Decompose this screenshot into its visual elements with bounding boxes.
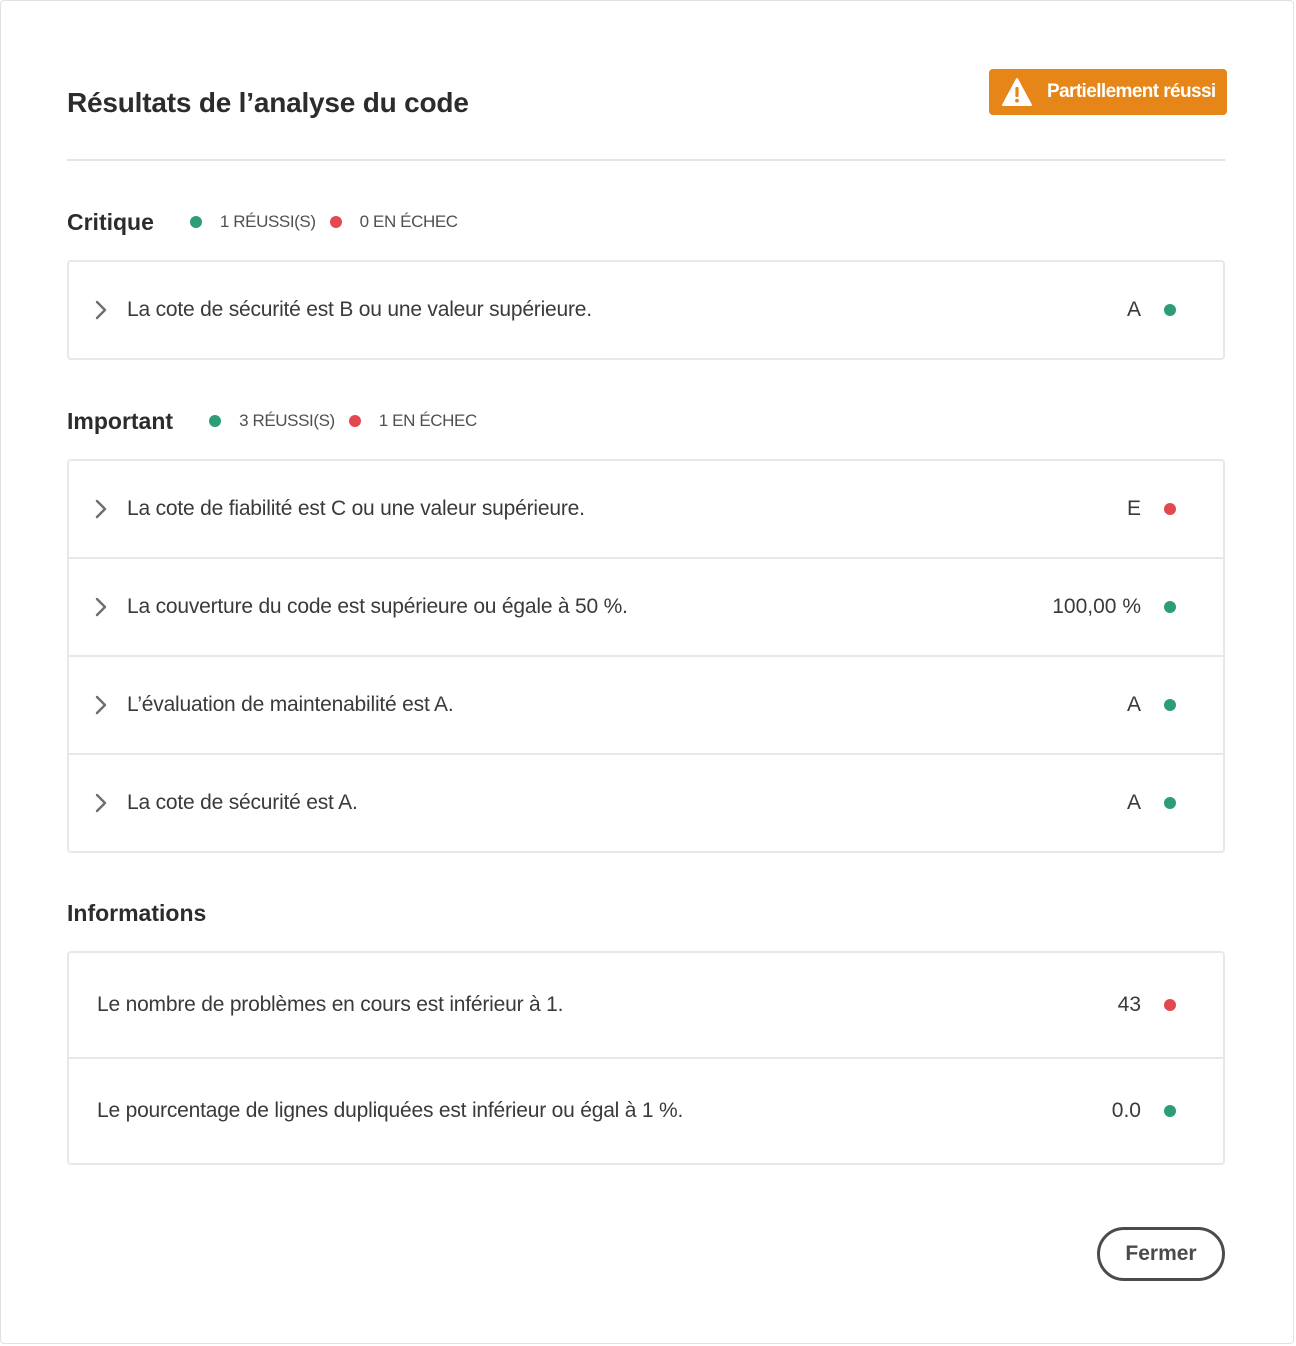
fail-dot-icon [348, 415, 361, 427]
failed-count: 1 EN ÉCHEC [348, 411, 477, 431]
failed-count-label: 1 EN ÉCHEC [378, 411, 477, 430]
info-value: 0.0 [1111, 1099, 1141, 1122]
passed-count-label: 1 RÉUSSI(S) [219, 212, 316, 231]
check-row[interactable]: La couverture du code est supérieure ou … [69, 559, 1223, 657]
chevron-right-icon[interactable] [91, 792, 111, 814]
dialog-header: Résultats de l’analyse du code Partielle… [67, 65, 1227, 161]
pass-dot-icon [1164, 797, 1176, 809]
passed-count-label: 3 RÉUSSI(S) [239, 411, 335, 430]
info-row: Le nombre de problèmes en cours est infé… [69, 953, 1223, 1059]
check-value: E [1126, 497, 1141, 520]
pass-dot-icon [1164, 601, 1176, 613]
chevron-right-icon[interactable] [91, 498, 111, 520]
status-badge-label: Partiellement réussi [1047, 81, 1216, 102]
passed-count: 3 RÉUSSI(S) [209, 411, 335, 431]
fail-dot-icon [329, 216, 342, 228]
check-label: La couverture du code est supérieure ou … [127, 595, 628, 618]
section-header-critical: Critique 1 RÉUSSI(S) 0 EN ÉCHEC [67, 204, 458, 240]
fail-dot-icon [1164, 999, 1176, 1011]
info-label: Le pourcentage de lignes dupliquées est … [97, 1099, 684, 1122]
failed-count: 0 EN ÉCHEC [329, 212, 458, 232]
check-label: La cote de sécurité est A. [127, 791, 358, 814]
section-title-important: Important [67, 407, 174, 434]
info-value: 43 [1117, 993, 1141, 1016]
check-row[interactable]: La cote de sécurité est A. A [69, 755, 1223, 851]
chevron-right-icon[interactable] [91, 694, 111, 716]
important-checks-list: La cote de fiabilité est C ou une valeur… [67, 459, 1225, 853]
chevron-right-icon[interactable] [91, 596, 111, 618]
check-row[interactable]: La cote de sécurité est B ou une valeur … [69, 262, 1223, 358]
check-label: La cote de sécurité est B ou une valeur … [127, 298, 592, 321]
info-checks-list: Le nombre de problèmes en cours est infé… [67, 951, 1225, 1165]
check-row[interactable]: L’évaluation de maintenabilité est A. A [69, 657, 1223, 755]
section-header-important: Important 3 RÉUSSI(S) 1 EN ÉCHEC [67, 403, 477, 439]
failed-count-label: 0 EN ÉCHEC [359, 212, 458, 231]
status-badge: Partiellement réussi [989, 69, 1227, 115]
dialog-title: Résultats de l’analyse du code [67, 87, 469, 118]
pass-dot-icon [209, 415, 222, 427]
info-row: Le pourcentage de lignes dupliquées est … [69, 1059, 1223, 1163]
check-row[interactable]: La cote de fiabilité est C ou une valeur… [69, 461, 1223, 559]
section-title-info: Informations [67, 899, 207, 926]
passed-count: 1 RÉUSSI(S) [189, 212, 316, 232]
check-value: A [1126, 791, 1141, 814]
section-title-critical: Critique [67, 208, 154, 235]
check-value: A [1126, 298, 1141, 321]
pass-dot-icon [1164, 1105, 1176, 1117]
warning-icon [1001, 77, 1033, 107]
check-label: La cote de fiabilité est C ou une valeur… [127, 497, 585, 520]
pass-dot-icon [189, 216, 202, 228]
pass-dot-icon [1164, 304, 1176, 316]
code-scan-results-dialog: Résultats de l’analyse du code Partielle… [0, 0, 1294, 1344]
chevron-right-icon[interactable] [91, 299, 111, 321]
fail-dot-icon [1164, 503, 1176, 515]
check-value: A [1126, 693, 1141, 716]
check-value: 100,00 % [1052, 595, 1141, 618]
pass-dot-icon [1164, 699, 1176, 711]
check-label: L’évaluation de maintenabilité est A. [127, 693, 454, 716]
critical-checks-list: La cote de sécurité est B ou une valeur … [67, 260, 1225, 360]
close-button[interactable]: Fermer [1097, 1227, 1225, 1281]
info-label: Le nombre de problèmes en cours est infé… [97, 993, 564, 1016]
section-header-info: Informations [67, 895, 206, 931]
